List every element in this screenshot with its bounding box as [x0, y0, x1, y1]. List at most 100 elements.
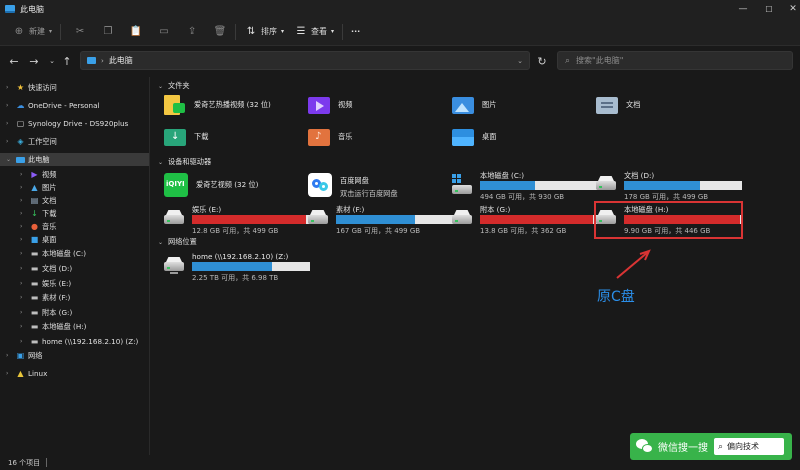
chevron-down-icon: ▾	[281, 28, 285, 35]
section-header-network[interactable]: ⌄ 网络位置	[158, 237, 197, 247]
folder-item-documents[interactable]: 文档	[596, 95, 640, 115]
sidebar-item-drive-h[interactable]: › ▬ 本地磁盘 (H:)	[0, 320, 149, 333]
sort-button[interactable]: ⇅ 排序 ▾	[244, 18, 284, 46]
sidebar-item-label: Linux	[28, 369, 48, 378]
sidebar-item-label: 附本 (G:)	[42, 307, 73, 317]
section-title: 设备和驱动器	[168, 157, 212, 166]
chevron-right-icon[interactable]: ›	[6, 102, 8, 109]
chevron-right-icon[interactable]: ›	[6, 138, 8, 145]
breadcrumb-chevron-icon[interactable]: ›	[101, 57, 104, 65]
folder-item-pictures[interactable]: 图片	[452, 95, 496, 115]
sidebar-item-pictures[interactable]: › ▲ 图片	[0, 181, 149, 194]
recent-dropdown-icon[interactable]: ⌄	[44, 53, 60, 69]
sidebar-item-videos[interactable]: › ▶ 视频	[0, 168, 149, 181]
chevron-right-icon[interactable]: ›	[20, 338, 22, 345]
sidebar-item-quick-access[interactable]: › ★ 快速访问	[0, 81, 149, 94]
drive-usage-fill	[480, 215, 594, 224]
back-button[interactable]: ←	[6, 53, 22, 69]
sidebar-item-synology-drive[interactable]: › ▢ Synology Drive - DS920plus	[0, 117, 149, 130]
sidebar-item-workspace[interactable]: › ◈ 工作空间	[0, 135, 149, 148]
sidebar-item-linux[interactable]: › ▲ Linux	[0, 367, 149, 380]
app-item-baidu-netdisk[interactable]: 百度网盘 双击运行百度网盘	[308, 173, 398, 199]
folder-name: 视频	[338, 100, 353, 109]
sidebar-item-drive-e[interactable]: › ▬ 娱乐 (E:)	[0, 277, 149, 290]
drive-usage-bar	[192, 262, 310, 271]
chevron-right-icon[interactable]: ›	[20, 280, 22, 287]
forward-button[interactable]: →	[26, 53, 42, 69]
breadcrumb-this-pc[interactable]: 此电脑	[109, 55, 133, 66]
folder-item-iqiyi[interactable]: 爱奇艺热播视频 (32 位)	[164, 95, 271, 115]
chevron-right-icon[interactable]: ›	[20, 210, 22, 217]
chevron-down-icon[interactable]: ⌄	[158, 83, 163, 90]
chevron-right-icon[interactable]: ›	[20, 323, 22, 330]
drive-item-g[interactable]: 附本 (G:) 13.8 GB 可用，共 362 GB	[452, 205, 602, 237]
chevron-right-icon[interactable]: ›	[20, 250, 22, 257]
chevron-right-icon[interactable]: ›	[20, 223, 22, 230]
close-button[interactable]: ✕	[778, 0, 800, 18]
folder-item-downloads[interactable]: ↓ 下载	[164, 127, 208, 147]
sidebar-item-drive-d[interactable]: › ▬ 文档 (D:)	[0, 262, 149, 275]
chevron-right-icon[interactable]: ›	[6, 370, 8, 377]
section-header-devices[interactable]: ⌄ 设备和驱动器	[158, 157, 211, 167]
chevron-right-icon[interactable]: ›	[20, 197, 22, 204]
drive-icon	[596, 176, 616, 194]
folder-item-desktop[interactable]: 桌面	[452, 127, 496, 147]
sidebar-item-music[interactable]: › ● 音乐	[0, 220, 149, 233]
sidebar-item-this-pc[interactable]: ⌄ 此电脑	[0, 153, 149, 166]
search-input[interactable]	[576, 56, 777, 65]
sidebar-item-drive-z[interactable]: › ▬ home (\\192.168.2.10) (Z:)	[0, 335, 149, 348]
address-dropdown-icon[interactable]: ⌄	[517, 57, 523, 65]
chevron-right-icon[interactable]: ›	[6, 352, 8, 359]
chevron-right-icon[interactable]: ›	[20, 184, 22, 191]
view-button[interactable]: ☰ 查看 ▾	[294, 18, 335, 46]
search-box[interactable]: ⌕	[557, 51, 793, 70]
chevron-down-icon: ▾	[49, 28, 53, 35]
chevron-right-icon[interactable]: ›	[20, 236, 22, 243]
chevron-right-icon[interactable]: ›	[20, 294, 22, 301]
section-header-folders[interactable]: ⌄ 文件夹	[158, 81, 190, 91]
chevron-down-icon[interactable]: ⌄	[158, 239, 163, 246]
desktop-folder-icon	[452, 127, 474, 147]
cut-icon[interactable]: ✂	[73, 25, 87, 39]
folder-item-videos[interactable]: 视频	[308, 95, 352, 115]
up-button[interactable]: ↑	[59, 53, 75, 69]
address-bar[interactable]: › 此电脑 ⌄	[80, 51, 530, 70]
folder-name: 桌面	[482, 132, 497, 141]
sidebar-item-documents[interactable]: › ▤ 文档	[0, 194, 149, 207]
share-icon[interactable]: ⇪	[185, 25, 199, 39]
drive-icon	[164, 210, 184, 228]
chevron-down-icon[interactable]: ⌄	[158, 159, 163, 166]
new-button[interactable]: ⊕ 新建 ▾	[12, 18, 52, 46]
drive-usage-bar	[480, 181, 598, 190]
sidebar-item-network[interactable]: › ▣ 网络	[0, 349, 149, 362]
sidebar-item-downloads[interactable]: › ↓ 下载	[0, 207, 149, 220]
sidebar-item-onedrive[interactable]: › ☁ OneDrive - Personal	[0, 99, 149, 112]
chevron-right-icon[interactable]: ›	[20, 265, 22, 272]
drive-free-space: 2.25 TB 可用，共 6.98 TB	[192, 274, 279, 282]
network-drive-item-z[interactable]: home (\\192.168.2.10) (Z:) 2.25 TB 可用，共 …	[164, 252, 314, 284]
wechat-search-watermark: 微信搜一搜 ⌕ 偏向技术	[630, 433, 792, 460]
app-item-iqiyi[interactable]: iQIYI 爱奇艺视频 (32 位)	[164, 173, 258, 197]
chevron-right-icon[interactable]: ›	[6, 120, 8, 127]
folder-item-music[interactable]: ♪ 音乐	[308, 127, 352, 147]
sidebar-item-drive-c[interactable]: › ▬ 本地磁盘 (C:)	[0, 247, 149, 260]
chevron-right-icon[interactable]: ›	[20, 309, 22, 316]
paste-icon[interactable]: 📋	[129, 25, 143, 39]
refresh-icon[interactable]: ↻	[535, 54, 549, 68]
sidebar-item-drive-f[interactable]: › ▬ 素材 (F:)	[0, 291, 149, 304]
drive-usage-bar	[192, 215, 310, 224]
chevron-down-icon[interactable]: ⌄	[6, 156, 11, 163]
delete-icon[interactable]: 🗑	[213, 25, 227, 39]
sidebar-item-desktop[interactable]: › ■ 桌面	[0, 233, 149, 246]
chevron-right-icon[interactable]: ›	[6, 84, 8, 91]
drive-item-c[interactable]: 本地磁盘 (C:) 494 GB 可用，共 930 GB	[452, 171, 602, 203]
more-options-button[interactable]: ···	[351, 18, 360, 46]
chevron-right-icon[interactable]: ›	[20, 171, 22, 178]
copy-icon[interactable]: ❐	[101, 25, 115, 39]
drive-item-d[interactable]: 文档 (D:) 178 GB 可用，共 499 GB	[596, 171, 746, 203]
drive-item-e[interactable]: 娱乐 (E:) 12.8 GB 可用，共 499 GB	[164, 205, 314, 237]
drive-name: 素材 (F:)	[336, 205, 365, 214]
rename-icon[interactable]: ▭	[157, 25, 171, 39]
drive-item-f[interactable]: 素材 (F:) 167 GB 可用，共 499 GB	[308, 205, 458, 237]
sidebar-item-drive-g[interactable]: › ▬ 附本 (G:)	[0, 306, 149, 319]
